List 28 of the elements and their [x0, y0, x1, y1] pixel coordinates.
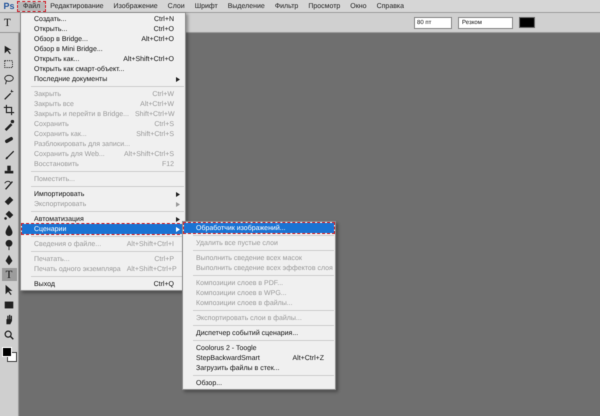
- submenu-arrow-icon: [176, 76, 180, 82]
- app-logo: Ps: [2, 1, 16, 11]
- history-icon: [3, 178, 15, 190]
- wand-tool[interactable]: [2, 88, 16, 101]
- marquee-icon: [3, 58, 15, 70]
- brush-icon: [3, 148, 15, 160]
- dodge-icon: [3, 238, 15, 250]
- lasso-icon: [3, 74, 15, 86]
- crop-tool[interactable]: [2, 103, 16, 116]
- text-color-swatch[interactable]: [519, 17, 535, 28]
- eyedropper-icon: [3, 118, 15, 130]
- zoom-tool[interactable]: [2, 328, 16, 341]
- type-tool-glyph: T: [4, 16, 12, 28]
- pen-icon: [3, 254, 15, 266]
- blur-icon: [3, 224, 15, 236]
- type-tool[interactable]: T: [2, 268, 16, 281]
- color-swatches[interactable]: [2, 347, 16, 361]
- wand-icon: [3, 88, 15, 100]
- lasso-tool[interactable]: [2, 73, 16, 86]
- shape-icon: [3, 298, 15, 310]
- zoom-icon: [3, 328, 15, 340]
- eraser-icon: [3, 194, 15, 206]
- crop-icon: [3, 104, 15, 116]
- bucket-icon: [3, 208, 15, 220]
- stamp-tool[interactable]: [2, 163, 16, 176]
- select-icon: [3, 284, 15, 296]
- stamp-icon: [3, 164, 15, 176]
- eyedropper-tool[interactable]: [2, 118, 16, 131]
